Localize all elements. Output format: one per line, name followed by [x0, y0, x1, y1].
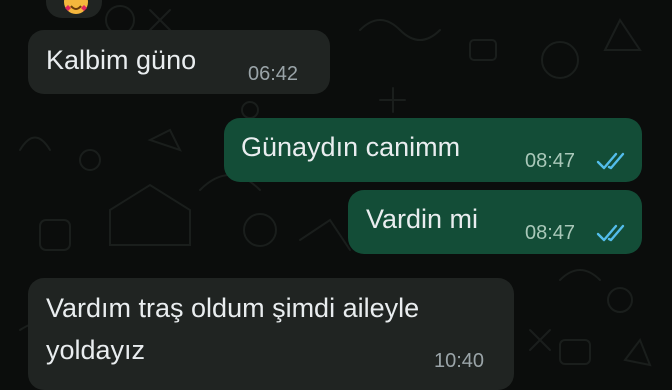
- outgoing-message[interactable]: Vardin mi 08:47: [348, 190, 642, 254]
- message-time: 10:40: [434, 350, 485, 372]
- incoming-message[interactable]: Vardım traş oldum şimdi aileyle yoldayız…: [28, 278, 514, 390]
- message-time: 06:42: [248, 63, 299, 85]
- message-text: Kalbim güno: [46, 45, 197, 75]
- double-check-icon: [596, 152, 625, 170]
- message-time: 08:47: [525, 150, 576, 172]
- message-text-line-1: Vardım traş oldum şimdi aileyle: [46, 293, 420, 323]
- double-check-icon: [596, 224, 625, 242]
- smiling-face-with-hearts-emoji: [64, 0, 88, 14]
- message-time: 08:47: [525, 222, 576, 244]
- message-text-line-2: yoldayız: [46, 335, 146, 365]
- incoming-message[interactable]: Kalbim güno 06:42: [28, 30, 330, 94]
- message-text: Günaydın canimm: [241, 132, 461, 162]
- outgoing-message[interactable]: Günaydın canimm 08:47: [224, 118, 642, 182]
- message-text: Vardin mi: [366, 204, 479, 234]
